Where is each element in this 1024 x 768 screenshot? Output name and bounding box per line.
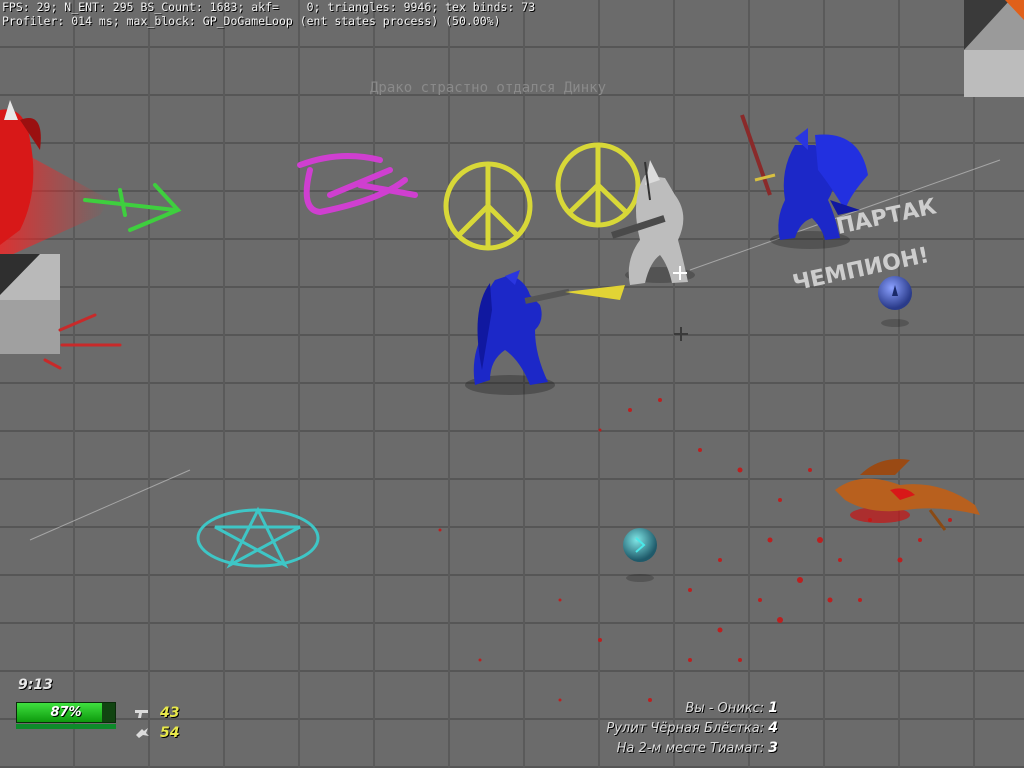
score-line-second: На 2-м месте Тиамат: 3 <box>617 740 778 756</box>
score-value-player: 1 <box>768 700 778 716</box>
score-label-second: На 2-м месте Тиамат: <box>616 741 765 756</box>
score-value-second: 3 <box>768 740 778 756</box>
score-value-leader: 4 <box>768 720 778 736</box>
armor-bar <box>16 724 116 729</box>
health-bar: 87% <box>16 702 116 723</box>
kill-message: Драко страстно отдался Динку <box>370 80 607 96</box>
score-label-leader: Рулит Чёрная Блёстка: <box>606 721 765 736</box>
score-line-player: Вы - Оникс: 1 <box>685 700 778 716</box>
crosshair-secondary-icon <box>674 327 688 341</box>
grenade-icon <box>134 727 150 739</box>
debug-stats: FPS: 29; N_ENT: 295 BS_Count: 1683; akf=… <box>2 0 536 14</box>
score-line-leader: Рулит Чёрная Блёстка: 4 <box>606 720 778 736</box>
profiler-stats: Profiler: 014 ms; max_block: GP_DoGameLo… <box>2 14 501 28</box>
game-scene: СПАРТАК ЧЕМПИОН! <box>0 0 1024 768</box>
stone-block-top-right <box>964 0 1024 97</box>
ammo-primary-value: 43 <box>160 705 180 721</box>
ammo-primary-row: 43 <box>134 705 179 721</box>
ammo-secondary-value: 54 <box>160 725 180 741</box>
pistol-icon <box>134 707 150 719</box>
score-label-player: Вы - Оникс: <box>685 701 765 716</box>
health-value: 87% <box>50 705 82 720</box>
crosshair-icon <box>673 266 687 280</box>
ammo-secondary-row: 54 <box>134 725 179 741</box>
match-timer: 9:13 <box>18 677 53 693</box>
stone-block-left <box>0 254 60 354</box>
